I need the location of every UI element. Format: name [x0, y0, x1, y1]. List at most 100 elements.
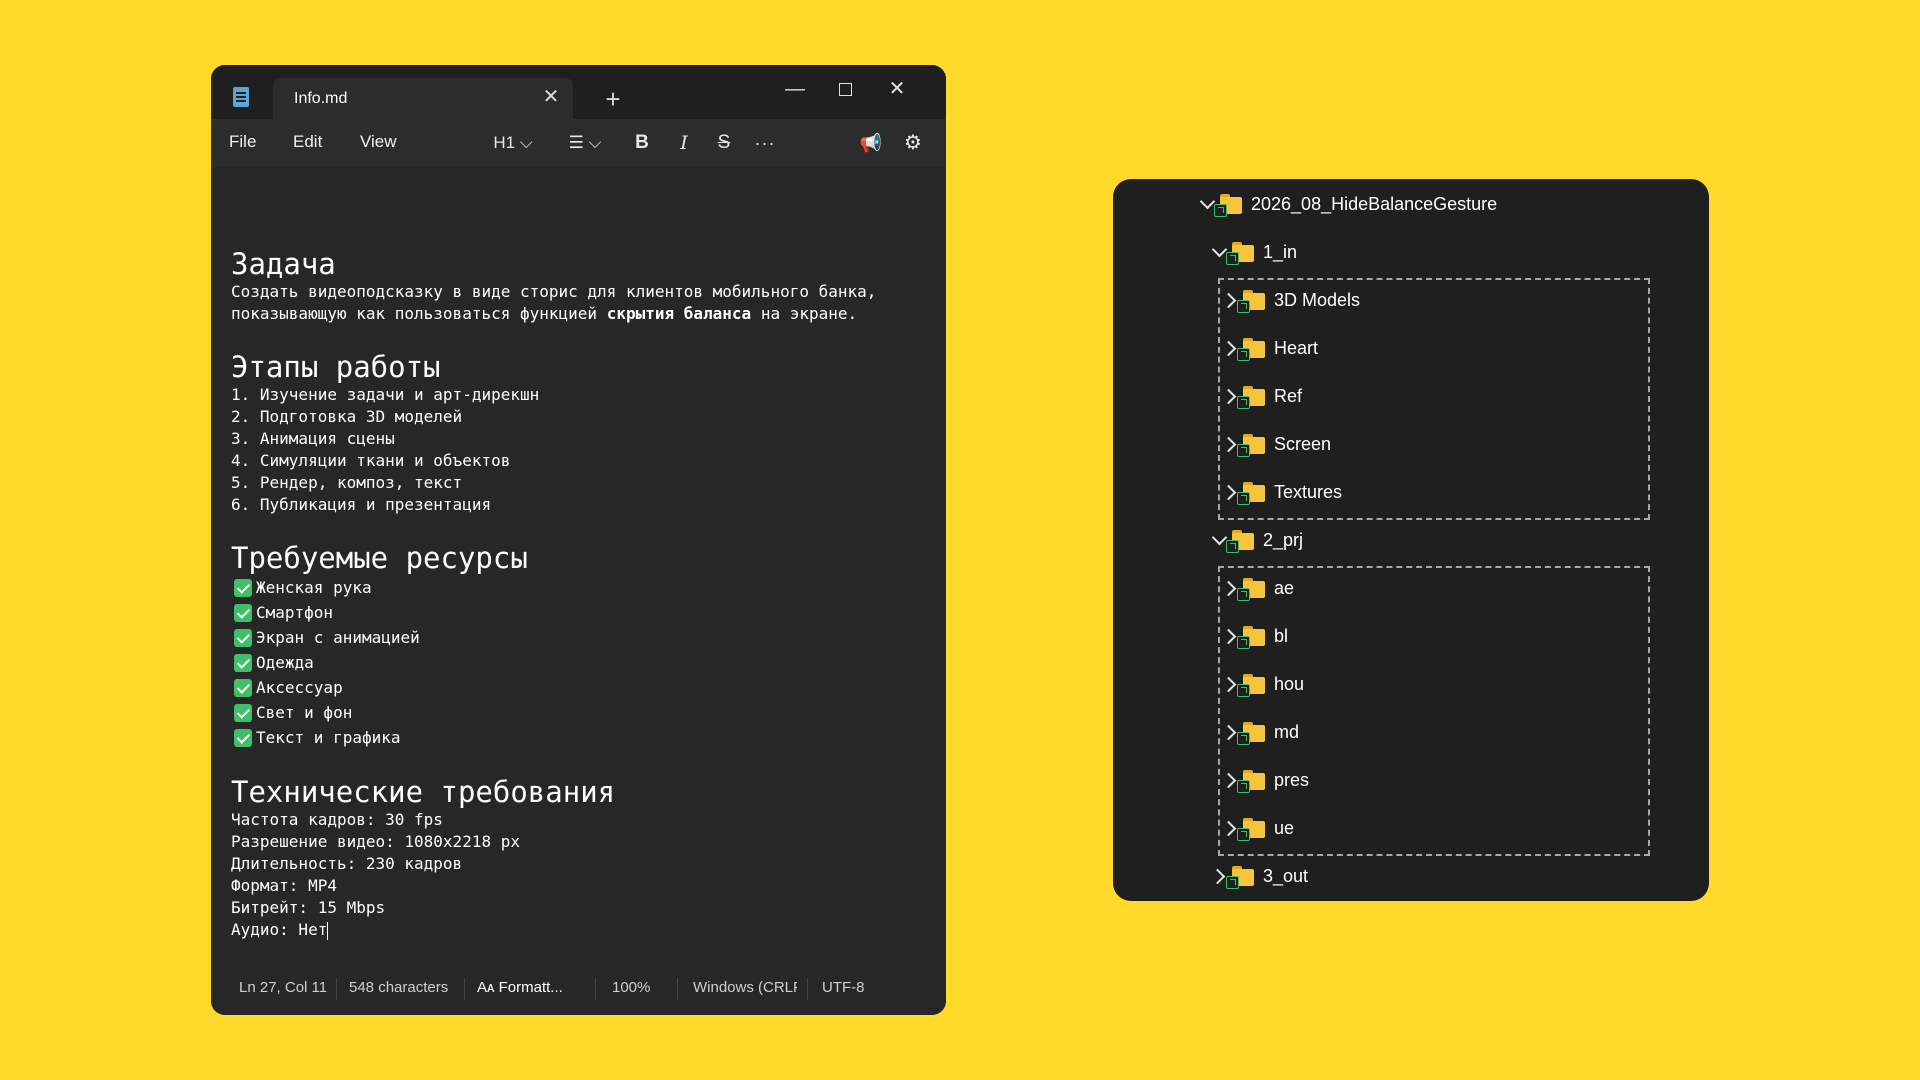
section-tech: Технические требования Частота кадров: 3… [231, 775, 615, 941]
new-tab-button[interactable]: + [596, 82, 630, 116]
tech-item: Битрейт: 15 Mbps [231, 898, 386, 917]
tree-node-hou[interactable]: hou [1221, 669, 1304, 699]
tree-node-md[interactable]: md [1221, 717, 1299, 747]
section-task: Задача Создать видеоподсказку в виде сто… [231, 247, 876, 325]
task-text-bold: скрытия баланса [606, 304, 752, 323]
linked-folder-icon [1237, 673, 1267, 697]
status-divider [336, 978, 337, 1000]
strikethrough-button[interactable]: S [711, 130, 737, 156]
linked-folder-icon [1214, 193, 1244, 217]
tree-node-label: pres [1274, 769, 1310, 790]
resource-label: Экран с анимацией [256, 628, 420, 647]
resource-label: Одежда [256, 653, 314, 672]
maximize-button[interactable] [823, 71, 867, 107]
resource-item: Экран с анимацией [231, 625, 528, 650]
tab-title: Info.md [294, 90, 348, 107]
linked-folder-icon [1226, 865, 1256, 889]
tech-item: Разрешение видео: 1080x2218 px [231, 832, 520, 851]
character-count: 548 characters [349, 979, 449, 996]
tree-node-label: Ref [1274, 385, 1303, 406]
formatting-toggle[interactable]: Aᴀ Formatt... [477, 979, 563, 996]
task-text-end: на экране. [751, 304, 858, 323]
tech-item: Формат: MP4 [231, 876, 337, 895]
stage-item: 4. Симуляции ткани и объектов [231, 451, 511, 470]
tree-node-label: 1_in [1263, 241, 1298, 262]
encoding[interactable]: UTF-8 [822, 979, 865, 996]
tree-node-ref[interactable]: Ref [1221, 381, 1302, 411]
close-window-button[interactable]: ✕ [875, 71, 919, 107]
tree-node-2-prj[interactable]: 2_prj [1210, 525, 1303, 555]
megaphone-icon[interactable]: 📢 [858, 130, 884, 156]
checkmark-icon[interactable] [234, 653, 252, 672]
italic-button[interactable]: I [671, 130, 697, 156]
tech-item: Частота кадров: 30 fps [231, 810, 443, 829]
tech-item: Аудио: Нет [231, 920, 328, 939]
menu-edit[interactable]: Edit [293, 132, 322, 152]
stage-item: 6. Публикация и презентация [231, 495, 492, 514]
tab-info-md[interactable]: Info.md ✕ [273, 78, 573, 119]
more-options-button[interactable]: ··· [752, 130, 778, 156]
section-resources: Требуемые ресурсы Женская рука Смартфон … [231, 541, 528, 750]
menu-view[interactable]: View [360, 132, 397, 152]
tech-item: Длительность: 230 кадров [231, 854, 463, 873]
tree-node-label: hou [1274, 673, 1305, 694]
tree-node-heart[interactable]: Heart [1221, 333, 1318, 363]
resource-item: Смартфон [231, 600, 528, 625]
tree-node-root[interactable]: 2026_08_HideBalanceGesture [1198, 189, 1497, 219]
editor-content[interactable]: Задача Создать видеоподсказку в виде сто… [231, 185, 931, 940]
tree-node-textures[interactable]: Textures [1221, 477, 1342, 507]
status-divider [595, 978, 596, 1000]
minimize-button[interactable]: — [773, 71, 817, 107]
line-ending[interactable]: Windows (CRLF) [693, 979, 797, 996]
resource-item: Женская рука [231, 575, 528, 600]
heading-resources: Требуемые ресурсы [231, 541, 528, 575]
linked-folder-icon [1237, 625, 1267, 649]
linked-folder-icon [1237, 769, 1267, 793]
tree-node-ae[interactable]: ae [1221, 573, 1294, 603]
tree-node-1-in[interactable]: 1_in [1210, 237, 1297, 267]
linked-folder-icon [1237, 817, 1267, 841]
checkmark-icon[interactable] [234, 578, 252, 597]
linked-folder-icon [1237, 433, 1267, 457]
text-caret [327, 921, 329, 940]
resource-item: Текст и графика [231, 725, 528, 750]
bold-button[interactable]: B [629, 130, 655, 156]
linked-folder-icon [1237, 481, 1267, 505]
task-text-part: показывающую как пользоваться функцией [231, 304, 607, 323]
status-divider [464, 978, 465, 1000]
section-stages: Этапы работы 1. Изучение задачи и арт-ди… [231, 350, 539, 516]
resource-item: Свет и фон [231, 700, 528, 725]
tree-node-label: 2_prj [1263, 529, 1304, 550]
linked-folder-icon [1226, 241, 1256, 265]
status-bar: Ln 27, Col 11 548 characters Aᴀ Formatt.… [211, 965, 946, 1015]
tree-node-label: Screen [1274, 433, 1332, 454]
tree-node-3-out[interactable]: 3_out [1210, 861, 1308, 891]
gear-icon[interactable]: ⚙ [900, 130, 926, 156]
formatting-label: Formatt... [498, 979, 563, 996]
resource-label: Свет и фон [256, 703, 353, 722]
heading-stages: Этапы работы [231, 350, 441, 384]
list-dropdown[interactable]: ☰ ⌵ [559, 130, 611, 156]
task-text-line-2: показывающую как пользоваться функцией с… [231, 303, 876, 325]
menu-file[interactable]: File [229, 132, 256, 152]
tree-node-screen[interactable]: Screen [1221, 429, 1331, 459]
tree-node-bl[interactable]: bl [1221, 621, 1288, 651]
heading-dropdown[interactable]: H1 ⌵ [487, 130, 539, 156]
tab-close-icon[interactable]: ✕ [537, 83, 565, 111]
stage-item: 3. Анимация сцены [231, 429, 395, 448]
status-divider [807, 978, 808, 1000]
checkmark-icon[interactable] [234, 628, 252, 647]
tree-node-3d-models[interactable]: 3D Models [1221, 285, 1360, 315]
resource-label: Текст и графика [256, 728, 401, 747]
tree-node-pres[interactable]: pres [1221, 765, 1309, 795]
zoom-level[interactable]: 100% [612, 979, 650, 996]
tree-node-ue[interactable]: ue [1221, 813, 1294, 843]
checkmark-icon[interactable] [234, 678, 252, 697]
checkmark-icon[interactable] [234, 728, 252, 747]
folder-tree-panel: 2026_08_HideBalanceGesture 1_in 3D Model… [1113, 179, 1709, 901]
checkmark-icon[interactable] [234, 603, 252, 622]
tech-item-last: Аудио: Нет [231, 919, 615, 941]
linked-folder-icon [1237, 337, 1267, 361]
cursor-position[interactable]: Ln 27, Col 11 [239, 979, 327, 996]
checkmark-icon[interactable] [234, 703, 252, 722]
